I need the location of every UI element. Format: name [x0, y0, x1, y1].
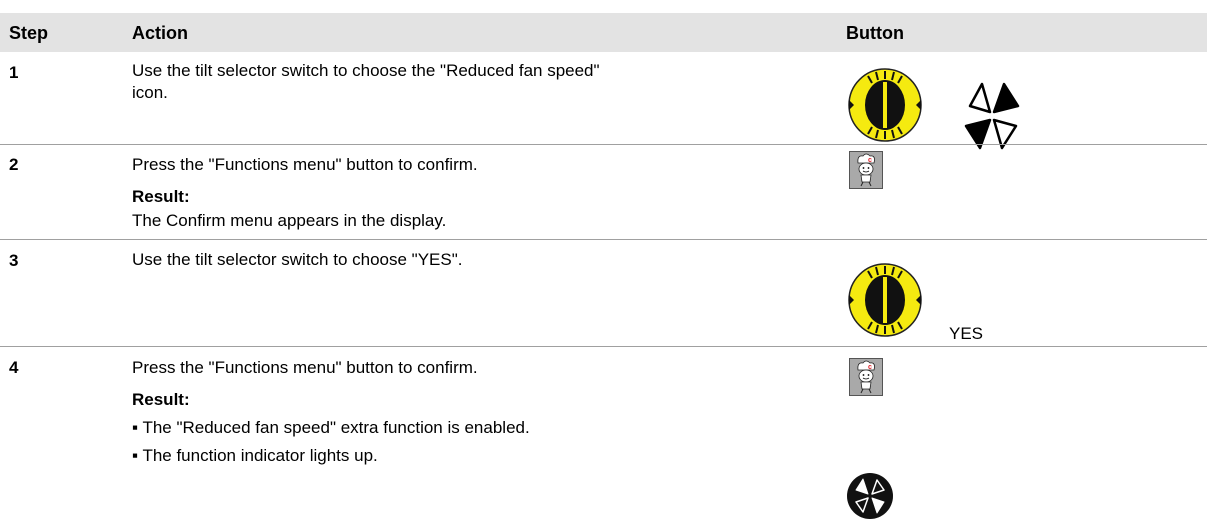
- result-list: ▪ The "Reduced fan speed" extra function…: [132, 414, 530, 470]
- functions-menu-chef-button-icon: c: [849, 358, 883, 396]
- row-divider: [0, 239, 1207, 240]
- result-label: Result:: [132, 390, 190, 409]
- header-action: Action: [132, 23, 188, 43]
- action-text: Press the "Functions menu" button to con…: [132, 358, 478, 377]
- table-header: Step Action Button: [0, 13, 1207, 52]
- svg-text:c: c: [868, 157, 872, 164]
- action-text: Use the tilt selector switch to choose t…: [132, 60, 600, 104]
- action-line: icon.: [132, 83, 168, 102]
- result-label: Result:: [132, 187, 190, 206]
- result-text: The Confirm menu appears in the display.: [132, 211, 447, 230]
- step-number: 4: [9, 358, 19, 377]
- yes-label: YES: [949, 324, 984, 343]
- result-item: ▪ The "Reduced fan speed" extra function…: [132, 418, 530, 437]
- header-button: Button: [846, 23, 904, 43]
- result-item: ▪ The function indicator lights up.: [132, 446, 378, 465]
- function-indicator-fan-icon: [847, 473, 893, 519]
- action-line: Use the tilt selector switch to choose t…: [132, 61, 600, 80]
- action-text: Press the "Functions menu" button to con…: [132, 155, 478, 174]
- header-step: Step: [9, 23, 49, 43]
- tilt-selector-knob-icon: [848, 263, 922, 337]
- row-divider: [0, 144, 1207, 145]
- row-divider: [0, 346, 1207, 347]
- reduced-fan-speed-icon: [964, 82, 1020, 150]
- step-number: 1: [9, 63, 19, 82]
- functions-menu-chef-button-icon: c: [849, 151, 883, 189]
- tilt-selector-knob-icon: [848, 68, 922, 142]
- step-number: 3: [9, 251, 19, 270]
- step-number: 2: [9, 155, 19, 174]
- svg-text:c: c: [868, 364, 872, 371]
- action-text: Use the tilt selector switch to choose "…: [132, 250, 463, 269]
